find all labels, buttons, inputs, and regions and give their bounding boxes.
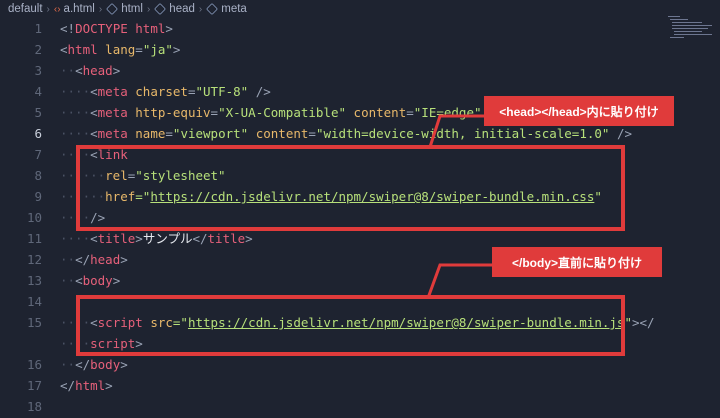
code-line-11[interactable]: ····<title>サンプル</title> [60,228,253,250]
code-line-17[interactable]: </html> [60,375,113,397]
line-number: 14 [26,294,42,309]
line-number: 13 [26,273,42,288]
code-line-5[interactable]: ····<meta http-equiv="X-UA-Compatible" c… [60,102,504,124]
breadcrumb-item-folder[interactable]: default [8,3,43,15]
line-number: 7 [34,147,42,162]
code-line-13[interactable]: ··<body> [60,270,120,292]
line-number: 10 [26,210,42,225]
code-line-1[interactable]: <!DOCTYPE html> [60,18,173,40]
line-number: 9 [34,189,42,204]
code-line-4[interactable]: ····<meta charset="UTF-8" /> [60,81,271,103]
chevron-right-icon: › [146,3,151,15]
line-number: 18 [26,399,42,414]
code-line-6[interactable]: ····<meta name="viewport" content="width… [60,123,632,145]
line-number: 17 [26,378,42,393]
code-line-12[interactable]: ··</head> [60,249,128,271]
code-line-3[interactable]: ··<head> [60,60,120,82]
line-number: 3 [34,63,42,78]
body-callout-label: </body>直前に貼り付け [492,247,662,277]
head-callout-label: <head></head>内に貼り付け [484,96,674,126]
breadcrumb: default › ‹› a.html › html › head › meta [0,0,720,18]
line-number: 1 [34,21,42,36]
line-number: 5 [34,105,42,120]
line-number: 2 [34,42,42,57]
html-file-icon: ‹› [53,3,61,15]
breadcrumb-item-html[interactable]: html [121,3,143,15]
code-line-16[interactable]: ··</body> [60,354,128,376]
line-number: 16 [26,357,42,372]
element-icon [106,3,119,15]
line-number-active: 6 [34,126,42,141]
line-number-gutter: 1 2 3 4 5 6 7 8 9 10 11 12 13 14 15 16 1… [0,18,48,414]
breadcrumb-item-head[interactable]: head [169,3,195,15]
line-number: 15 [26,315,42,330]
code-line-2[interactable]: <html lang="ja"> [60,39,180,61]
line-number: 11 [26,231,42,246]
element-icon [206,3,219,15]
element-icon [154,3,167,15]
line-number: 4 [34,84,42,99]
link-highlight-box [76,145,625,231]
chevron-right-icon: › [198,3,203,15]
breadcrumb-item-meta[interactable]: meta [221,3,247,15]
chevron-right-icon: › [98,3,103,15]
line-number: 8 [34,168,42,183]
line-number: 12 [26,252,42,267]
script-highlight-box [76,295,625,356]
breadcrumb-item-file[interactable]: a.html [64,3,95,15]
chevron-right-icon: › [46,3,50,15]
